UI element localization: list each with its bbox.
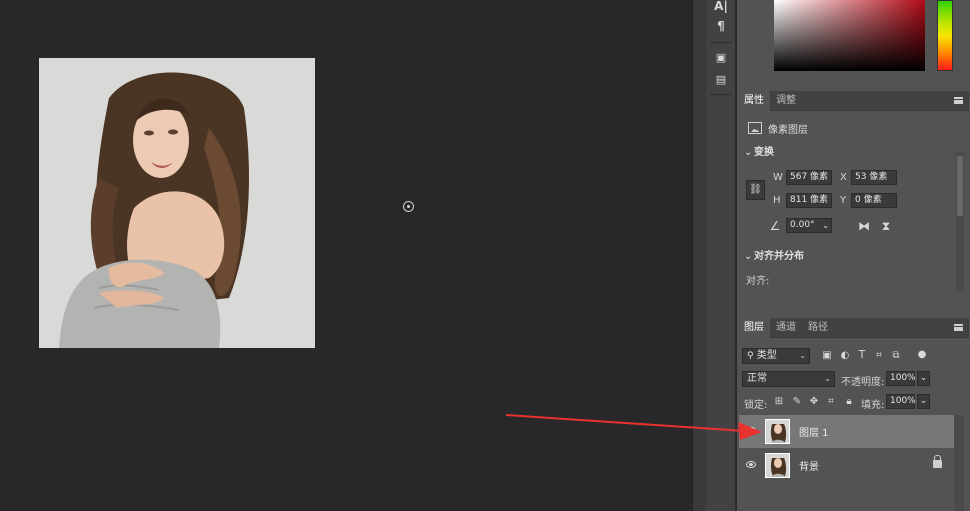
tab-properties[interactable]: 属性 (738, 91, 770, 111)
chevron-down-icon: ⌄ (744, 251, 753, 262)
lock-artboard-icon[interactable]: ⌗ (824, 395, 838, 409)
properties-scrollbar[interactable] (956, 152, 964, 292)
width-field[interactable]: 567 像素 (786, 170, 832, 185)
tab-layers[interactable]: 图层 (738, 318, 770, 338)
layer-name[interactable]: 图层 1 (799, 424, 829, 439)
blend-mode-value: 正常 (747, 373, 767, 384)
divider (710, 94, 732, 95)
angle-icon: ∠ (769, 219, 781, 233)
scroll-thumb[interactable] (957, 156, 963, 216)
height-field[interactable]: 811 像素 (786, 193, 832, 208)
divider (710, 42, 732, 43)
layers-scrollbar[interactable] (954, 415, 964, 511)
visibility-eye-icon[interactable] (746, 461, 756, 468)
transform-section-header[interactable]: ⌄ 变换 (744, 145, 774, 161)
chevron-down-icon: ⌄ (799, 351, 806, 360)
blend-mode-select[interactable]: 正常 ⌄ (742, 371, 835, 387)
layer-filter-select[interactable]: ⚲ 类型 ⌄ (742, 348, 810, 364)
link-dimensions-button[interactable]: ⛓ (746, 180, 765, 200)
search-icon: ⚲ (747, 351, 754, 361)
x-field[interactable]: 53 像素 (851, 170, 897, 185)
flip-horizontal-icon[interactable]: ⧓ (857, 219, 871, 233)
pixel-filter-icon[interactable]: ▣ (820, 349, 834, 363)
type-filter-icon[interactable]: T (855, 348, 869, 362)
pixel-layer-icon (748, 122, 762, 134)
chevron-down-icon: ⌄ (822, 221, 829, 230)
fill-dropdown[interactable]: ⌄ (917, 394, 930, 409)
filter-toggle-icon[interactable]: ● (915, 348, 929, 362)
hue-slider[interactable] (937, 0, 953, 71)
fill-label: 填充: (861, 400, 885, 411)
visibility-eye-icon[interactable] (746, 427, 756, 434)
lock-transparent-icon[interactable]: ⊞ (772, 395, 786, 409)
tab-channels[interactable]: 通道 (770, 318, 802, 338)
lock-icon (933, 455, 942, 468)
chevron-down-icon: ⌄ (744, 147, 753, 158)
tab-paths[interactable]: 路径 (802, 318, 834, 338)
filter-kind-value: 类型 (756, 350, 777, 361)
portrait-photo (39, 58, 315, 348)
layer-row-background[interactable]: 背景 (739, 449, 954, 482)
layer-thumbnail (765, 419, 790, 444)
paragraph-icon[interactable]: ¶ (713, 18, 729, 34)
flip-vertical-icon[interactable]: ⧗ (879, 219, 893, 233)
properties-tabbar: 属性 调整 (738, 91, 969, 111)
y-label: Y (840, 195, 847, 206)
panel-menu-icon[interactable] (954, 97, 963, 104)
lock-image-icon[interactable]: ✎ (790, 395, 804, 409)
align-section-header[interactable]: ⌄ 对齐并分布 (744, 249, 804, 265)
layer-thumbnail (765, 453, 790, 478)
lock-all-icon[interactable]: 🔒︎ (842, 395, 856, 409)
thumbnail-image (766, 420, 789, 443)
opacity-field[interactable]: 100% (886, 371, 916, 386)
x-label: X (840, 172, 847, 183)
fill-field[interactable]: 100% (886, 394, 916, 409)
character-icon[interactable]: A| (713, 0, 729, 14)
properties-panel-icon[interactable]: ▣ (713, 50, 729, 66)
lock-label: 锁定: (744, 400, 768, 411)
layer-row-layer1[interactable]: 图层 1 (739, 415, 954, 448)
smart-object-filter-icon[interactable]: ⧉ (889, 349, 903, 363)
brush-cursor (403, 201, 414, 212)
transform-title: 变换 (754, 147, 774, 158)
height-label: H (773, 195, 781, 206)
width-label: W (773, 172, 783, 183)
y-field[interactable]: 0 像素 (851, 193, 897, 208)
panel-gutter[interactable] (692, 0, 706, 511)
layer-kind-header: 像素图层 (748, 119, 808, 137)
lock-position-icon[interactable]: ✥ (807, 395, 821, 409)
thumbnail-image (766, 454, 789, 477)
photoshop-window: A| ¶ ▣ ▤ 属性 调整 像素图层 ⌄ 变换 ⛓ W 567 像素 X 53 … (0, 0, 970, 511)
layer-kind-label: 像素图层 (768, 124, 808, 136)
opacity-label: 不透明度: (841, 377, 885, 388)
color-picker-field[interactable] (774, 0, 925, 71)
document-image[interactable] (39, 58, 315, 348)
canvas-area[interactable] (0, 0, 692, 511)
layers-tabbar: 图层 通道 路径 (738, 318, 969, 338)
panel-icon-column: A| ¶ ▣ ▤ (706, 0, 736, 511)
adjustment-filter-icon[interactable]: ◐ (838, 349, 852, 363)
panel-menu-icon[interactable] (954, 324, 963, 331)
tab-adjustments[interactable]: 调整 (770, 91, 802, 111)
angle-value: 0.00° (790, 220, 815, 230)
layer-name[interactable]: 背景 (799, 458, 819, 473)
notes-icon[interactable]: ▤ (713, 72, 729, 88)
shape-filter-icon[interactable]: ⌗ (872, 349, 886, 363)
align-label: 对齐: (746, 276, 770, 287)
align-title: 对齐并分布 (754, 251, 804, 262)
angle-field[interactable]: 0.00° ⌄ (786, 218, 832, 233)
chevron-down-icon: ⌄ (824, 374, 831, 383)
opacity-dropdown[interactable]: ⌄ (917, 371, 930, 386)
